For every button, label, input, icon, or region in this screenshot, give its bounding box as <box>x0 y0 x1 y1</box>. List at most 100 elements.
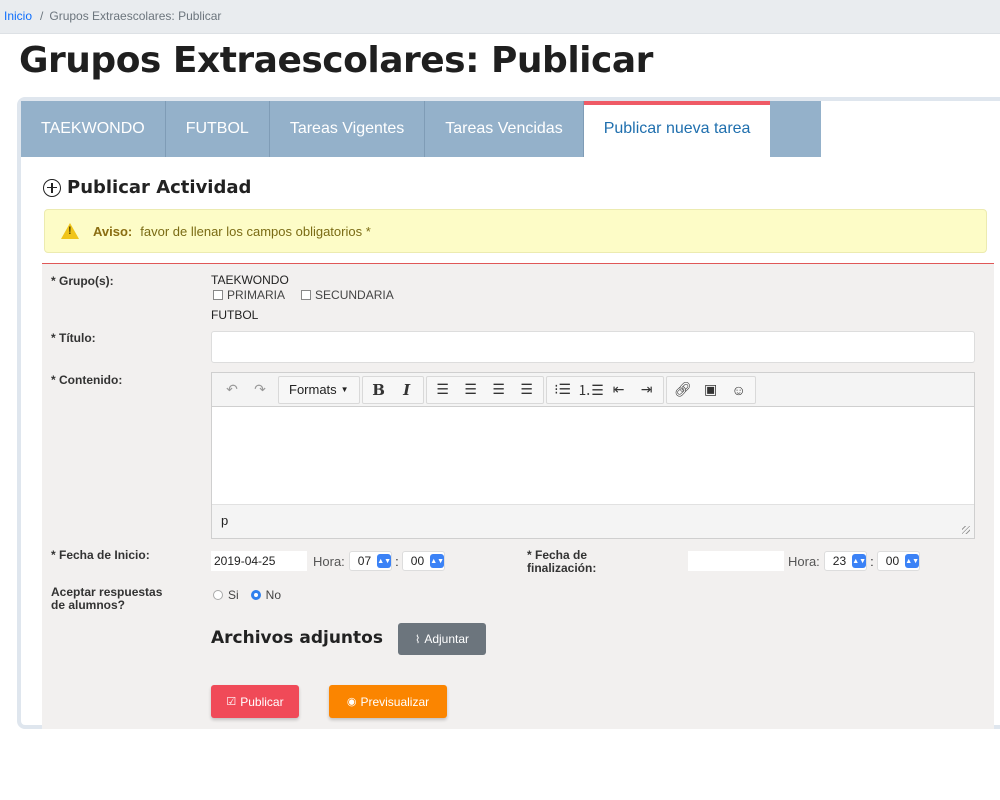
check-square-icon: ☑ <box>226 696 237 708</box>
select-arrows-icon: ▲▼ <box>377 554 392 568</box>
checkbox-primaria-box[interactable] <box>213 290 223 300</box>
titulo-input[interactable] <box>211 331 975 363</box>
align-justify-icon[interactable]: ☰ <box>513 377 541 403</box>
editor-body[interactable] <box>212 407 974 504</box>
checkbox-secundaria-label: SECUNDARIA <box>315 288 394 302</box>
alert-strong: Aviso: <box>93 223 133 239</box>
hora-fin-label: Hora: <box>788 553 820 569</box>
bullet-list-icon[interactable]: ⁝☰ <box>549 377 577 403</box>
hora-inicio-minute-value: 00 <box>410 554 425 568</box>
adjuntar-label: Adjuntar <box>424 632 470 646</box>
form-panel: * Grupo(s): TAEKWONDO PRIMARIA SECUNDARI… <box>42 263 994 729</box>
hora-inicio-hour-select[interactable]: 07 ▲▼ <box>348 551 393 571</box>
redo-icon[interactable]: ↷ <box>246 377 274 403</box>
editor-path: p <box>221 513 229 528</box>
fecha-inicio-input[interactable]: 2019-04-25 <box>211 551 307 571</box>
aceptar-radio-group: Si No <box>213 588 293 602</box>
content-editor: ↶ ↷ Formats ▼ B I ☰ ☰ ☰ ☰ ⁝☰ ⒈☰ ⇤ ⇥ 🔗︎ ▣… <box>211 372 975 539</box>
undo-icon[interactable]: ↶ <box>218 377 246 403</box>
italic-button[interactable]: I <box>393 377 421 403</box>
eye-icon: ◉ <box>346 696 357 708</box>
fecha-fin-input[interactable] <box>688 551 784 571</box>
aceptar-label-line2: de alumnos? <box>51 598 126 612</box>
archivos-adjuntos-title: Archivos adjuntos <box>211 628 383 648</box>
radio-no-circle[interactable] <box>250 590 261 600</box>
tab-tareas-vigentes[interactable]: Tareas Vigentes <box>270 101 426 157</box>
numbered-list-icon[interactable]: ⒈☰ <box>577 377 605 403</box>
tab-tareas-vencidas[interactable]: Tareas Vencidas <box>425 101 584 157</box>
link-icon[interactable]: 🔗︎ <box>669 377 697 403</box>
main-card: TAEKWONDO FUTBOL Tareas Vigentes Tareas … <box>17 97 1000 729</box>
plus-circle-icon <box>43 178 61 197</box>
radio-no-label: No <box>265 588 282 602</box>
hora-fin-colon: : <box>870 553 874 569</box>
bold-button[interactable]: B <box>365 377 393 403</box>
insert-group: 🔗︎ ▣ ☺ <box>665 375 756 404</box>
hora-inicio-colon: : <box>395 553 399 569</box>
select-arrows-icon: ▲▼ <box>905 554 920 568</box>
align-left-icon[interactable]: ☰ <box>429 377 457 403</box>
checkbox-secundaria[interactable]: SECUNDARIA <box>301 288 394 302</box>
previsualizar-button[interactable]: ◉ Previsualizar <box>329 685 447 718</box>
formats-group: Formats ▼ <box>278 375 360 404</box>
select-arrows-icon: ▲▼ <box>852 554 867 568</box>
group-futbol: FUTBOL <box>211 308 259 322</box>
hora-fin-minute-select[interactable]: 00 ▲▼ <box>876 551 921 571</box>
breadcrumb: Inicio / Grupos Extraescolares: Publicar <box>0 0 1000 34</box>
hora-fin-hour-select[interactable]: 23 ▲▼ <box>823 551 868 571</box>
fecha-fin-label: * Fecha de finalización: <box>527 549 596 575</box>
breadcrumb-home-link[interactable]: Inicio <box>4 9 32 23</box>
hora-inicio-minute-select[interactable]: 00 ▲▼ <box>401 551 446 571</box>
editor-toolbar: ↶ ↷ Formats ▼ B I ☰ ☰ ☰ ☰ ⁝☰ ⒈☰ ⇤ ⇥ 🔗︎ ▣… <box>212 373 974 407</box>
checkbox-primaria-label: PRIMARIA <box>227 288 286 302</box>
hora-fin: Hora: 23 ▲▼ : 00 ▲▼ <box>788 551 921 571</box>
fecha-fin-label-line2: finalización: <box>527 561 597 575</box>
radio-si[interactable]: Si <box>213 588 239 602</box>
publicar-label: Publicar <box>240 694 284 709</box>
publicar-button[interactable]: ☑ Publicar <box>211 685 299 718</box>
editor-statusbar: p <box>212 504 974 538</box>
image-icon[interactable]: ▣ <box>697 377 725 403</box>
grupos-label: * Grupo(s): <box>51 274 114 288</box>
hora-inicio: Hora: 07 ▲▼ : 00 ▲▼ <box>313 551 446 571</box>
tab-bar: TAEKWONDO FUTBOL Tareas Vigentes Tareas … <box>21 101 821 157</box>
checkbox-primaria[interactable]: PRIMARIA <box>213 288 285 302</box>
select-arrows-icon: ▲▼ <box>430 554 445 568</box>
tab-taekwondo[interactable]: TAEKWONDO <box>21 101 166 157</box>
tab-publicar-nueva-tarea[interactable]: Publicar nueva tarea <box>583 101 771 157</box>
indent-icon[interactable]: ⇥ <box>633 377 661 403</box>
hora-inicio-label: Hora: <box>313 553 345 569</box>
emoticon-icon[interactable]: ☺ <box>725 377 753 403</box>
aceptar-label: Aceptar respuestas de alumnos? <box>51 586 162 612</box>
radio-si-circle[interactable] <box>213 590 223 600</box>
titulo-label: * Título: <box>51 331 96 345</box>
section-heading-text: Publicar Actividad <box>67 177 252 198</box>
section-heading: Publicar Actividad <box>43 177 251 198</box>
group-checkboxes: PRIMARIA SECUNDARIA <box>213 288 410 302</box>
checkbox-secundaria-box[interactable] <box>301 290 312 300</box>
align-group: ☰ ☰ ☰ ☰ <box>425 375 544 404</box>
breadcrumb-separator: / <box>40 9 44 23</box>
align-center-icon[interactable]: ☰ <box>457 377 485 403</box>
formats-dropdown[interactable]: Formats ▼ <box>281 377 357 403</box>
radio-si-label: Si <box>228 588 239 602</box>
adjuntar-button[interactable]: ⌇ Adjuntar <box>398 623 486 655</box>
align-right-icon[interactable]: ☰ <box>485 377 513 403</box>
resize-handle-icon[interactable] <box>962 526 970 534</box>
list-group: ⁝☰ ⒈☰ ⇤ ⇥ <box>545 375 664 404</box>
hora-fin-minute-value: 00 <box>885 554 900 568</box>
outdent-icon[interactable]: ⇤ <box>605 377 633 403</box>
history-group: ↶ ↷ <box>216 376 276 404</box>
tab-futbol[interactable]: FUTBOL <box>166 101 270 157</box>
formats-label: Formats <box>289 382 337 397</box>
radio-no[interactable]: No <box>250 588 282 602</box>
hora-fin-hour-value: 23 <box>832 554 847 568</box>
warning-icon <box>61 223 79 239</box>
chevron-down-icon: ▼ <box>340 385 349 394</box>
paperclip-icon: ⌇ <box>414 633 421 646</box>
group-taekwondo: TAEKWONDO <box>211 273 289 287</box>
page-title: Grupos Extraescolares: Publicar <box>19 40 653 81</box>
breadcrumb-current: Grupos Extraescolares: Publicar <box>49 9 222 23</box>
contenido-label: * Contenido: <box>51 373 123 387</box>
fecha-inicio-label: * Fecha de Inicio: <box>51 548 150 562</box>
